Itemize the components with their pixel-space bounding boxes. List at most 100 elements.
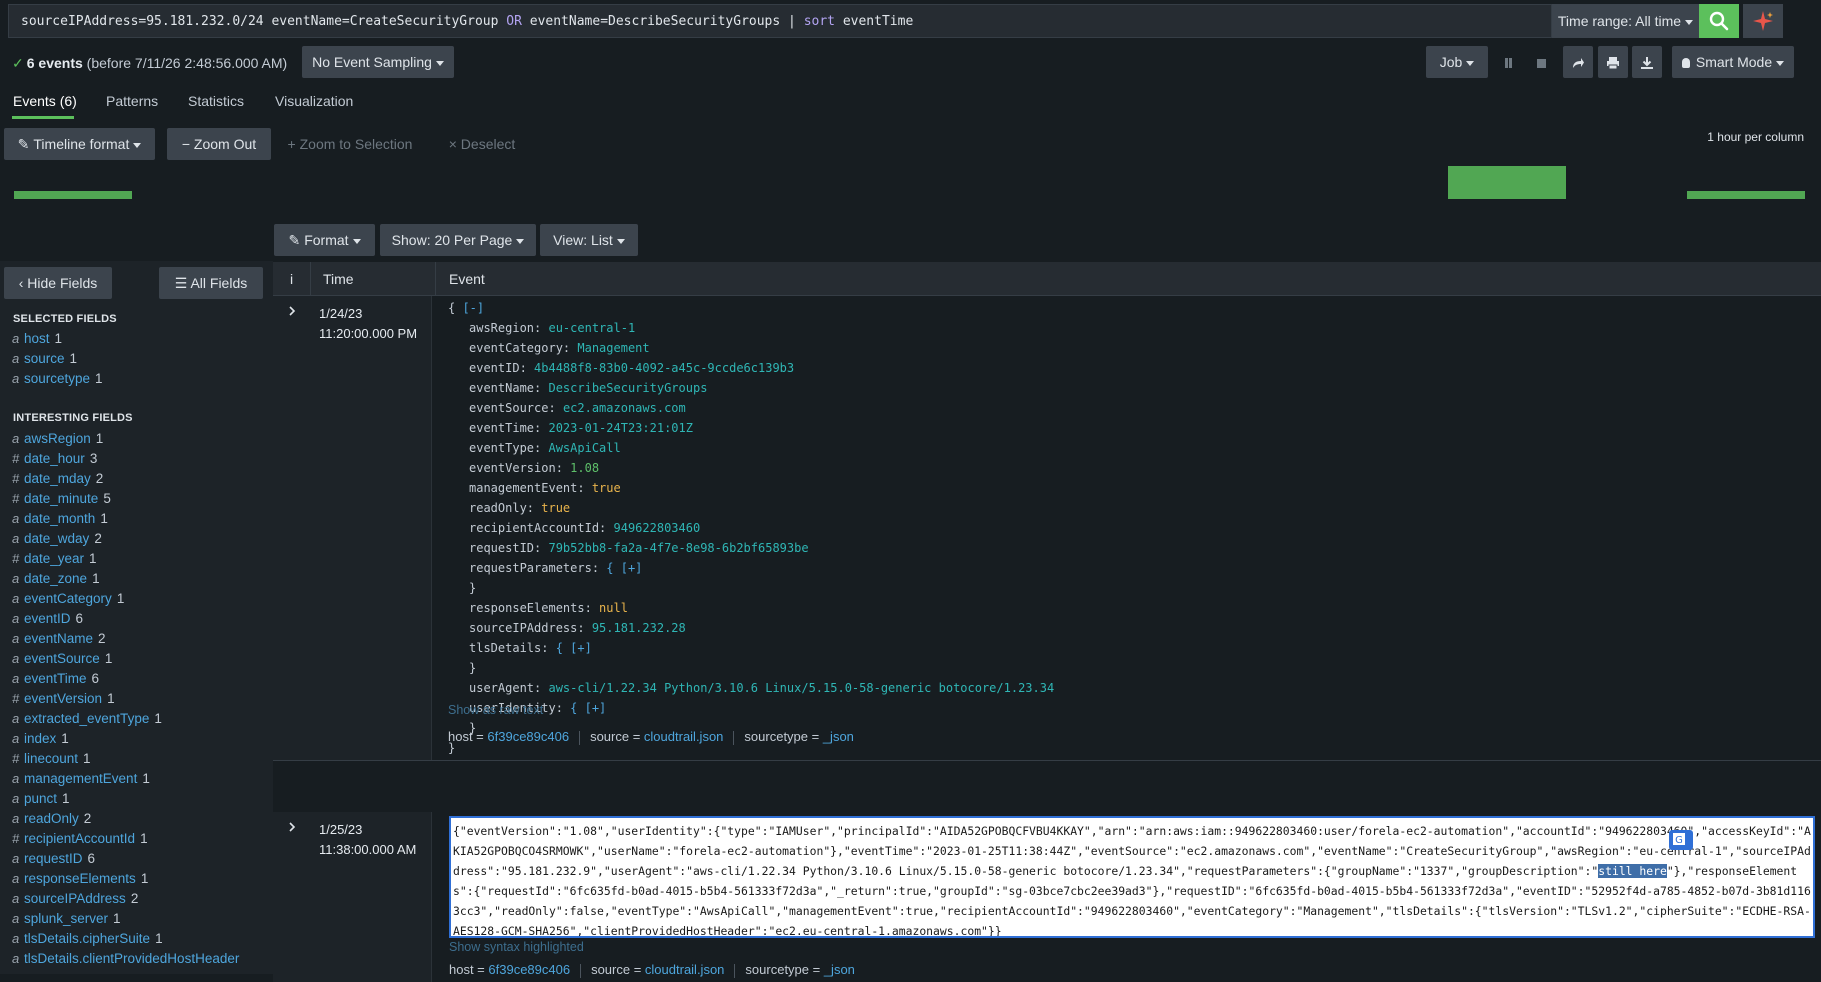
json-value[interactable]: 79b52bb8-fa2a-4f7e-8e98-6b2bf65893be xyxy=(548,541,808,555)
tab-visualization[interactable]: Visualization xyxy=(275,93,353,109)
field-item-date-hour[interactable]: # date_hour 3 xyxy=(12,451,97,466)
search-bar: sourceIPAddress=95.181.232.0/24 eventNam… xyxy=(0,0,1821,42)
sourcetype-label: sourcetype = xyxy=(744,729,823,744)
stop-button[interactable] xyxy=(1529,46,1553,78)
sourcetype-value[interactable]: _json xyxy=(824,962,855,977)
host-value[interactable]: 6f39ce89c406 xyxy=(487,729,569,744)
time-range-picker[interactable]: Time range: All time xyxy=(1552,4,1699,38)
json-value[interactable]: null xyxy=(599,601,628,615)
timeline-column[interactable] xyxy=(14,191,132,199)
expand-object-toggle[interactable]: { [+] xyxy=(606,561,642,575)
sourcetype-value[interactable]: _json xyxy=(823,729,854,744)
search-button[interactable] xyxy=(1699,4,1739,38)
json-value[interactable]: ec2.amazonaws.com xyxy=(563,401,686,415)
job-menu-button[interactable]: Job xyxy=(1426,46,1488,78)
all-fields-button[interactable]: ☰ All Fields xyxy=(159,267,263,299)
print-button[interactable] xyxy=(1598,46,1628,78)
format-dropdown[interactable]: ✎ Format xyxy=(274,224,375,256)
json-value[interactable]: aws-cli/1.22.34 Python/3.10.6 Linux/5.15… xyxy=(548,681,1054,695)
search-mode-dropdown[interactable]: Smart Mode xyxy=(1672,46,1794,78)
show-syntax-highlighted-link[interactable]: Show syntax highlighted xyxy=(449,940,584,954)
column-divider xyxy=(310,262,311,295)
field-item-awsregion[interactable]: a awsRegion 1 xyxy=(12,431,103,446)
field-item-date-mday[interactable]: # date_mday 2 xyxy=(12,471,103,486)
hide-fields-button[interactable]: ‹ Hide Fields xyxy=(4,267,112,299)
field-item-eventsource[interactable]: a eventSource 1 xyxy=(12,651,112,666)
field-name: date_year xyxy=(24,551,85,566)
field-item-punct[interactable]: a punct 1 xyxy=(12,791,70,806)
field-item-managementevent[interactable]: a managementEvent 1 xyxy=(12,771,150,786)
field-item-date-wday[interactable]: a date_wday 2 xyxy=(12,531,102,546)
json-value[interactable]: 2023-01-24T23:21:01Z xyxy=(548,421,693,435)
field-item-eventcategory[interactable]: a eventCategory 1 xyxy=(12,591,124,606)
json-value[interactable]: 95.181.232.28 xyxy=(592,621,686,635)
field-item-eventversion[interactable]: # eventVersion 1 xyxy=(12,691,115,706)
tab-events[interactable]: Events (6) xyxy=(13,93,77,109)
field-type-icon: a xyxy=(12,651,20,666)
host-value[interactable]: 6f39ce89c406 xyxy=(488,962,570,977)
json-value[interactable]: 4b4488f8-83b0-4092-a45c-9ccde6c139b3 xyxy=(534,361,794,375)
field-count: 1 xyxy=(69,351,78,366)
field-item-responseelements[interactable]: a responseElements 1 xyxy=(12,871,148,886)
json-field: } xyxy=(469,581,476,595)
field-name: date_wday xyxy=(24,531,90,546)
field-count: 2 xyxy=(130,891,139,906)
expand-object-toggle[interactable]: { [+] xyxy=(570,701,606,715)
show-raw-text-link[interactable]: Show as raw text xyxy=(448,703,543,717)
field-item-eventid[interactable]: a eventID 6 xyxy=(12,611,83,626)
event-count: ✓ 6 events (before 7/11/26 2:48:56.000 AM… xyxy=(12,55,287,72)
collapse-toggle[interactable]: [-] xyxy=(462,301,484,315)
field-item-readonly[interactable]: a readOnly 2 xyxy=(12,811,91,826)
field-item-linecount[interactable]: # linecount 1 xyxy=(12,751,91,766)
source-value[interactable]: cloudtrail.json xyxy=(644,729,724,744)
field-item-date-month[interactable]: a date_month 1 xyxy=(12,511,108,526)
view-dropdown[interactable]: View: List xyxy=(540,224,638,256)
json-value[interactable]: DescribeSecurityGroups xyxy=(548,381,707,395)
field-item-tlsdetails-ciphersuite[interactable]: a tlsDetails.cipherSuite 1 xyxy=(12,931,163,946)
json-value[interactable]: true xyxy=(592,481,621,495)
json-value[interactable]: true xyxy=(541,501,570,515)
json-field: tlsDetails: { [+] xyxy=(469,641,592,655)
field-item-tlsdetails-clientprovidedhostheader[interactable]: a tlsDetails.clientProvidedHostHeader xyxy=(12,951,244,966)
field-item-date-year[interactable]: # date_year 1 xyxy=(12,551,97,566)
json-value[interactable]: AwsApiCall xyxy=(548,441,620,455)
translate-icon[interactable]: G xyxy=(1669,830,1693,850)
field-item-date-zone[interactable]: a date_zone 1 xyxy=(12,571,100,586)
tab-patterns[interactable]: Patterns xyxy=(106,93,158,109)
event-sampling-dropdown[interactable]: No Event Sampling xyxy=(302,46,454,78)
json-value[interactable]: Management xyxy=(577,341,649,355)
share-button[interactable] xyxy=(1563,46,1593,78)
source-value[interactable]: cloudtrail.json xyxy=(645,962,725,977)
field-item-source[interactable]: a source 1 xyxy=(12,351,77,366)
expand-toggle[interactable] xyxy=(273,812,310,982)
json-close-brace: } xyxy=(469,661,477,675)
time-column-header[interactable]: Time xyxy=(323,271,354,287)
pause-button[interactable] xyxy=(1496,46,1520,78)
field-item-requestid[interactable]: a requestID 6 xyxy=(12,851,95,866)
field-item-extracted-eventtype[interactable]: a extracted_eventType 1 xyxy=(12,711,162,726)
field-item-eventname[interactable]: a eventName 2 xyxy=(12,631,106,646)
events-table-header: i Time Event xyxy=(273,262,1821,296)
field-item-eventtime[interactable]: a eventTime 6 xyxy=(12,671,99,686)
raw-event-text[interactable]: {"eventVersion":"1.08","userIdentity":{"… xyxy=(449,816,1815,938)
field-item-sourcetype[interactable]: a sourcetype 1 xyxy=(12,371,103,386)
field-item-splunk-server[interactable]: a splunk_server 1 xyxy=(12,911,121,926)
json-value[interactable]: 949622803460 xyxy=(614,521,701,535)
json-value[interactable]: eu-central-1 xyxy=(548,321,635,335)
field-item-host[interactable]: a host 1 xyxy=(12,331,62,346)
expand-toggle[interactable] xyxy=(273,296,310,760)
per-page-dropdown[interactable]: Show: 20 Per Page xyxy=(380,224,536,256)
timeline-chart[interactable] xyxy=(0,150,1821,205)
field-item-date-minute[interactable]: # date_minute 5 xyxy=(12,491,111,506)
expand-object-toggle[interactable]: { [+] xyxy=(556,641,592,655)
export-button[interactable] xyxy=(1632,46,1662,78)
field-item-sourceipaddress[interactable]: a sourceIPAddress 2 xyxy=(12,891,138,906)
timeline-column[interactable] xyxy=(1448,166,1566,199)
timeline-column[interactable] xyxy=(1687,191,1805,199)
search-input[interactable]: sourceIPAddress=95.181.232.0/24 eventNam… xyxy=(8,4,1552,38)
field-item-recipientaccountid[interactable]: # recipientAccountId 1 xyxy=(12,831,148,846)
json-value[interactable]: 1.08 xyxy=(570,461,599,475)
tab-statistics[interactable]: Statistics xyxy=(188,93,244,109)
ai-assistant-button[interactable] xyxy=(1743,4,1783,38)
field-item-index[interactable]: a index 1 xyxy=(12,731,69,746)
